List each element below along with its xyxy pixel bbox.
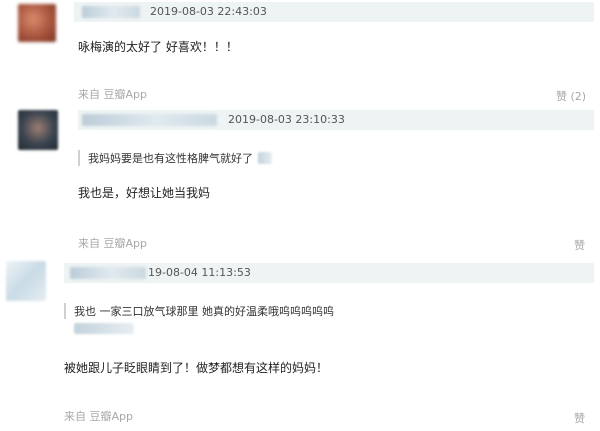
username-blurred[interactable] bbox=[70, 267, 146, 279]
comment-timestamp: 2019-08-03 22:43:03 bbox=[150, 5, 267, 18]
comment-item: 19-08-04 11:13:53 我也 一家三口放气球那里 她真的好温柔哦呜呜… bbox=[0, 255, 600, 431]
comment-text: 咏梅演的太好了 好喜欢！！！ bbox=[78, 40, 238, 54]
comment-item: 2019-08-03 23:10:33 我妈妈要是也有这性格脾气就好了 我也是，… bbox=[0, 100, 600, 255]
like-button[interactable]: 赞 bbox=[574, 410, 585, 426]
avatar[interactable] bbox=[18, 110, 58, 150]
avatar[interactable] bbox=[6, 261, 46, 301]
quoted-reply: 我妈妈要是也有这性格脾气就好了 bbox=[78, 150, 253, 166]
quoted-reply: 我也 一家三口放气球那里 她真的好温柔哦呜呜呜呜呜 bbox=[64, 303, 334, 319]
like-button[interactable]: 赞 bbox=[574, 237, 585, 253]
comment-timestamp: 19-08-04 11:13:53 bbox=[148, 266, 251, 279]
comment-item: 2019-08-03 22:43:03 咏梅演的太好了 好喜欢！！！ 来自 豆瓣… bbox=[0, 0, 600, 103]
comment-text: 我也是，好想让她当我妈 bbox=[78, 186, 211, 200]
comment-meta-bar: 2019-08-03 22:43:03 bbox=[74, 2, 594, 22]
comment-meta-bar: 19-08-04 11:13:53 bbox=[64, 263, 594, 283]
comment-timestamp: 2019-08-03 23:10:33 bbox=[228, 113, 345, 126]
comment-source: 来自 豆瓣App bbox=[64, 410, 133, 423]
quote-author-blurred bbox=[74, 323, 134, 334]
username-blurred[interactable] bbox=[82, 6, 140, 18]
username-blurred[interactable] bbox=[82, 114, 217, 126]
comment-source: 来自 豆瓣App bbox=[78, 237, 147, 250]
comment-text: 被她跟儿子眨眼睛到了！做梦都想有这样的妈妈！ bbox=[64, 361, 329, 375]
avatar[interactable] bbox=[18, 4, 56, 42]
quote-author-blurred bbox=[258, 152, 272, 164]
comment-meta-bar: 2019-08-03 23:10:33 bbox=[78, 110, 594, 130]
